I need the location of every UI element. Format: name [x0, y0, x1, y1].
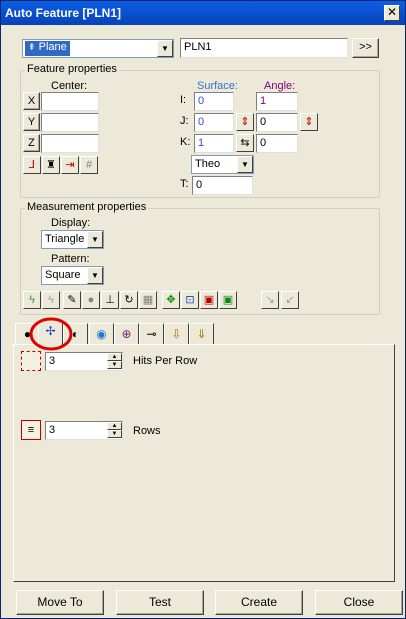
- table-icon[interactable]: ▦: [139, 291, 157, 309]
- surface-label: Surface:: [197, 80, 238, 92]
- rotate-icon[interactable]: ↻: [120, 291, 138, 309]
- angle-label: Angle:: [264, 80, 296, 92]
- x-button[interactable]: X: [23, 92, 40, 110]
- pattern-dropdown[interactable]: Square ▼: [41, 266, 104, 285]
- display-value: Triangle: [45, 233, 85, 245]
- close-window-button[interactable]: ✕: [384, 5, 400, 21]
- i-label: I:: [180, 94, 187, 106]
- eye-icon: ◉: [96, 327, 107, 341]
- thickness-input[interactable]: 0: [192, 176, 253, 195]
- tab-target[interactable]: ⊕: [114, 323, 139, 345]
- lightning-icon[interactable]: ϟ: [23, 291, 41, 309]
- measurement-properties-legend: Measurement properties: [25, 201, 149, 213]
- depth-icon[interactable]: ⊥: [101, 291, 119, 309]
- perpendicular-icon[interactable]: ⇆: [236, 134, 254, 152]
- probe-icon: ⊸: [146, 327, 157, 341]
- center-label: Center:: [51, 80, 88, 92]
- axis-icon[interactable]: ⅃: [23, 156, 41, 174]
- test-button[interactable]: Test: [116, 590, 204, 615]
- spinner-down-icon[interactable]: ▼: [107, 430, 122, 438]
- disabled-lightning-icon[interactable]: ϟ: [42, 291, 60, 309]
- feature-properties-legend: Feature properties: [25, 63, 119, 75]
- spinner-down-icon[interactable]: ▼: [107, 361, 122, 369]
- square-target-icon[interactable]: ▣: [219, 291, 237, 309]
- point-to-icon[interactable]: ⇥: [61, 156, 79, 174]
- tab-probe[interactable]: ⊸: [139, 323, 164, 345]
- center-x-input[interactable]: [41, 92, 99, 111]
- path-icon[interactable]: ↘: [261, 291, 279, 309]
- chevron-down-icon[interactable]: ▼: [237, 156, 253, 173]
- grid-icon[interactable]: #: [80, 156, 98, 174]
- more-button[interactable]: >>: [352, 38, 379, 58]
- center-z-input[interactable]: [41, 134, 99, 153]
- clearance-check-icon: ⇓: [196, 327, 207, 341]
- feature-name-input[interactable]: PLN1: [180, 38, 348, 58]
- scan-icon[interactable]: ⊡: [181, 291, 199, 309]
- surface-j-input[interactable]: 0: [194, 113, 234, 132]
- tab-clearance[interactable]: ⇩: [164, 323, 189, 345]
- feature-type-dropdown[interactable]: ⇞ Plane ▼: [22, 39, 174, 58]
- angle-flip-icon[interactable]: ⇕: [300, 113, 318, 131]
- annotation-circle: [29, 317, 73, 351]
- angle-j-input[interactable]: 0: [256, 113, 298, 132]
- chevron-down-icon[interactable]: ▼: [87, 231, 103, 248]
- clearance-icon: ⇩: [171, 327, 182, 341]
- auto-feature-window: Auto Feature [PLN1] ✕ ⇞ Plane ▼ PLN1 >> …: [0, 0, 406, 619]
- rows-label: Rows: [133, 425, 161, 437]
- chevron-down-icon[interactable]: ▼: [87, 267, 103, 284]
- tab-eye[interactable]: ◉: [89, 323, 114, 345]
- target-icon: ⊕: [121, 327, 132, 341]
- hits-per-row-label: Hits Per Row: [133, 355, 198, 367]
- probe-vector-icon[interactable]: ✎: [63, 291, 81, 309]
- chevron-down-icon[interactable]: ▼: [157, 40, 173, 57]
- title-bar: Auto Feature [PLN1] ✕: [1, 1, 405, 25]
- frame-icon[interactable]: ▣: [200, 291, 218, 309]
- feature-type-value: Plane: [38, 41, 67, 53]
- create-button[interactable]: Create: [215, 590, 303, 615]
- close-button[interactable]: Close: [315, 590, 403, 615]
- path-alt-icon[interactable]: ↙: [281, 291, 299, 309]
- center-y-input[interactable]: [41, 113, 99, 132]
- theo-dropdown[interactable]: Theo ▼: [191, 155, 254, 174]
- theo-value: Theo: [195, 158, 221, 170]
- window-title: Auto Feature [PLN1]: [5, 6, 122, 20]
- angle-i-input[interactable]: 1: [256, 92, 298, 111]
- display-dropdown[interactable]: Triangle ▼: [41, 230, 104, 249]
- find-icon[interactable]: ♜: [42, 156, 60, 174]
- spinner-up-icon[interactable]: ▲: [107, 422, 122, 430]
- hits-panel: [13, 344, 395, 582]
- rows-icon: ≡: [21, 420, 41, 440]
- move-to-button[interactable]: Move To: [16, 590, 104, 615]
- pattern-value: Square: [45, 269, 81, 281]
- surface-i-input[interactable]: 0: [194, 92, 234, 111]
- sphere-icon[interactable]: ●: [82, 291, 100, 309]
- tab-clearance-check[interactable]: ⇓: [189, 323, 214, 345]
- feature-name-value: PLN1: [184, 41, 212, 53]
- y-button[interactable]: Y: [23, 113, 40, 131]
- spinner-up-icon[interactable]: ▲: [107, 353, 122, 361]
- angle-k-input[interactable]: 0: [256, 134, 298, 153]
- hits-per-row-value: 3: [49, 355, 56, 367]
- pattern-label: Pattern:: [51, 253, 90, 265]
- crosshair-icon[interactable]: ✥: [162, 291, 180, 309]
- j-label: J:: [180, 115, 189, 127]
- surface-k-input[interactable]: 1: [194, 134, 234, 153]
- plane-icon: ⇞: [28, 42, 36, 52]
- display-label: Display:: [51, 217, 91, 229]
- t-label: T:: [180, 178, 189, 190]
- surface-flip-icon[interactable]: ⇕: [236, 113, 254, 131]
- rows-spinner[interactable]: 3 ▲ ▼: [45, 421, 123, 440]
- k-label: K:: [180, 136, 191, 148]
- z-button[interactable]: Z: [23, 134, 40, 152]
- rows-value: 3: [49, 424, 56, 436]
